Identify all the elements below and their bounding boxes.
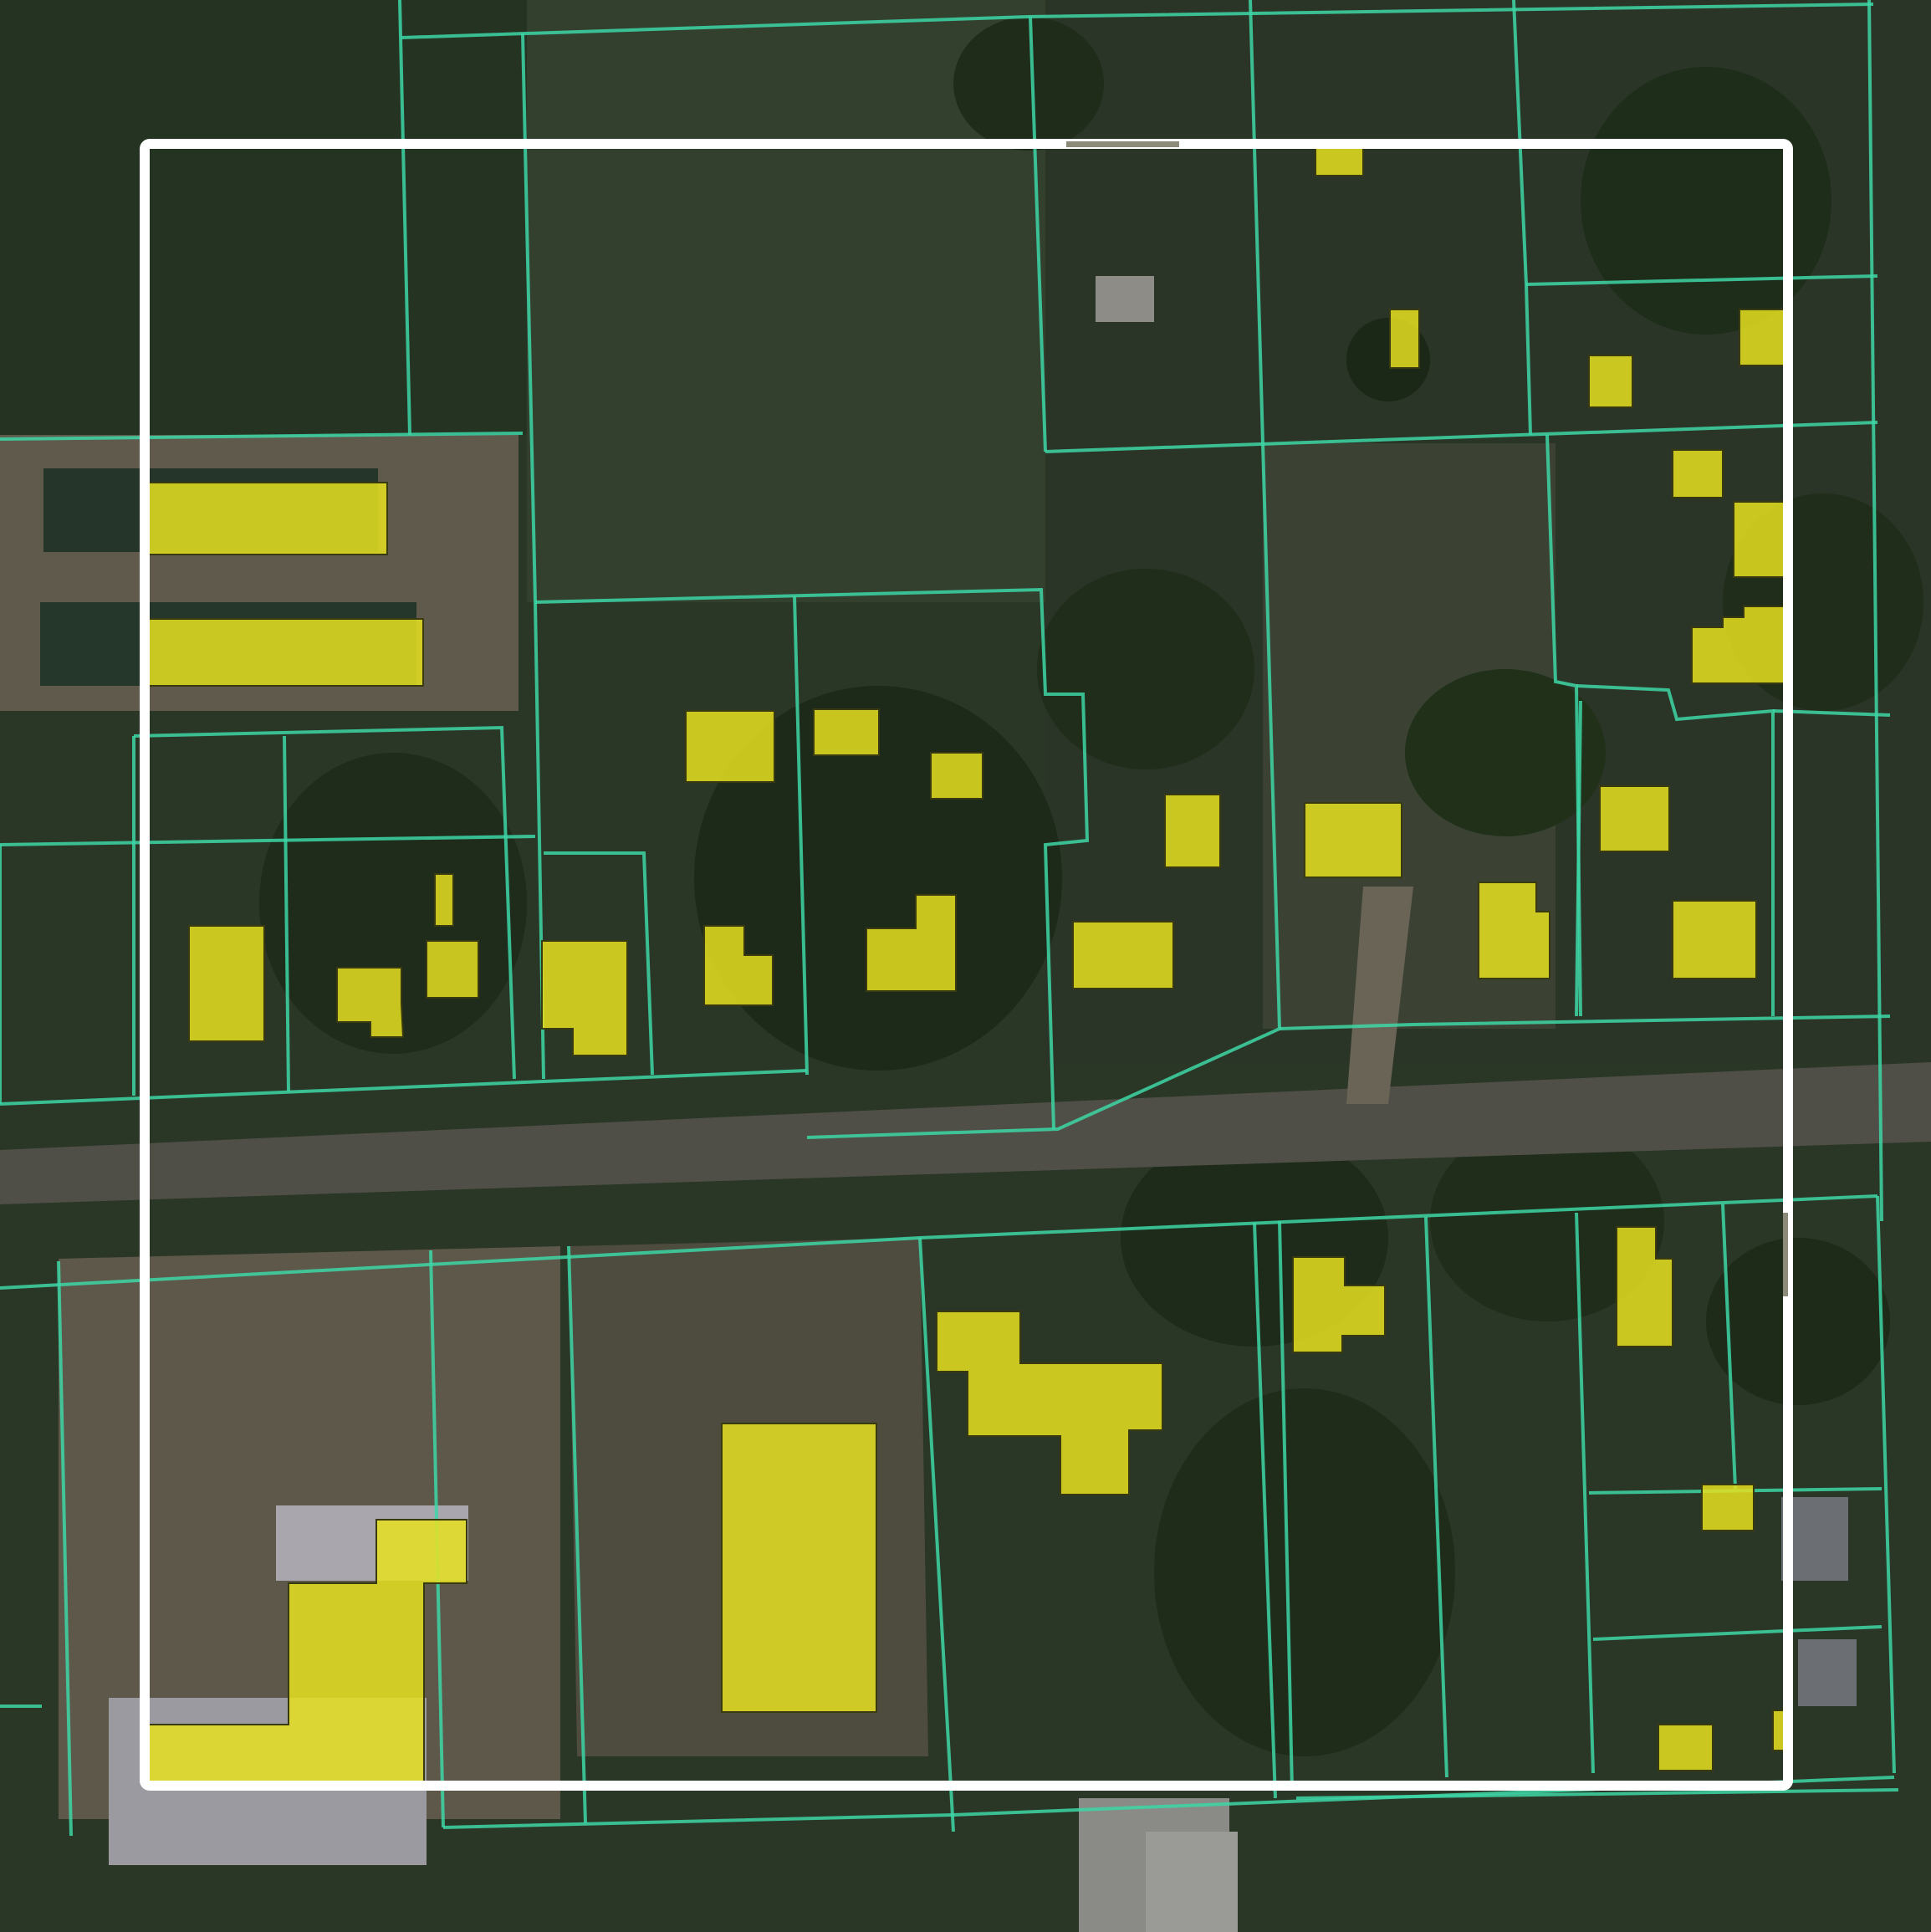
building-footprint[interactable] bbox=[426, 940, 479, 999]
building-footprint[interactable] bbox=[1304, 802, 1402, 878]
building-footprint[interactable] bbox=[1389, 309, 1420, 369]
building-footprint[interactable] bbox=[1658, 1724, 1714, 1771]
building-footprint[interactable] bbox=[1164, 794, 1221, 868]
building-footprint[interactable] bbox=[188, 925, 265, 1042]
building-footprint[interactable] bbox=[1599, 785, 1670, 852]
building-footprint[interactable] bbox=[1701, 1484, 1755, 1531]
building-footprint[interactable] bbox=[1588, 355, 1633, 408]
building-footprint[interactable] bbox=[1733, 501, 1785, 578]
building-footprint[interactable] bbox=[434, 873, 454, 927]
building-footprint[interactable] bbox=[1672, 900, 1757, 979]
building-footprint[interactable] bbox=[721, 1423, 877, 1713]
map-view[interactable] bbox=[0, 0, 1931, 1932]
building-footprint[interactable] bbox=[144, 618, 424, 687]
selection-handle-right[interactable] bbox=[1783, 1213, 1788, 1296]
building-footprint[interactable] bbox=[930, 752, 983, 800]
building-footprint[interactable] bbox=[1739, 309, 1786, 366]
selection-handle-top[interactable] bbox=[1066, 141, 1179, 147]
building-footprint[interactable] bbox=[1072, 921, 1174, 989]
building-footprint[interactable] bbox=[144, 482, 388, 555]
building-footprint[interactable] bbox=[685, 710, 775, 783]
building-footprint[interactable] bbox=[1672, 449, 1724, 498]
building-footprint[interactable] bbox=[813, 708, 880, 756]
